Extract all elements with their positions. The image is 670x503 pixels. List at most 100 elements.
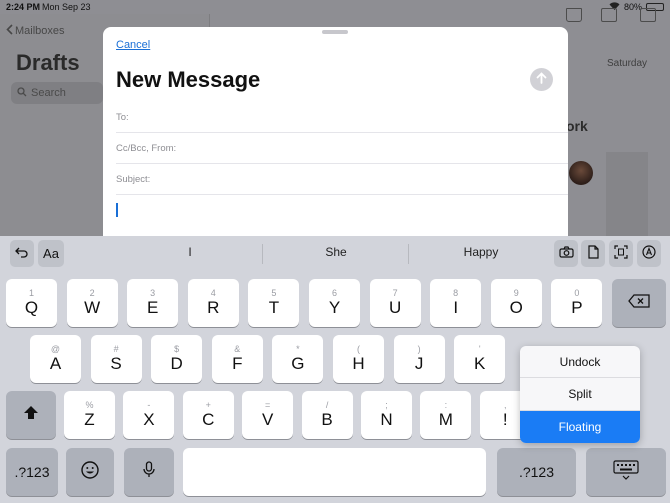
delete-key[interactable] xyxy=(612,279,666,327)
key-q[interactable]: 1Q xyxy=(6,279,57,327)
numbers-key-left[interactable]: .?123 xyxy=(6,448,58,496)
key-z[interactable]: % Z xyxy=(64,391,115,439)
folder-icon[interactable] xyxy=(601,8,617,22)
compose-title: New Message xyxy=(116,67,261,92)
text-format-button[interactable]: Aa xyxy=(38,240,64,267)
key-k[interactable]: ' K xyxy=(454,335,506,383)
subject-label: Subject: xyxy=(116,173,151,185)
numbers-key-label: .?123 xyxy=(518,464,555,480)
numbers-key-right[interactable]: .?123 xyxy=(497,448,576,496)
key-g[interactable]: * G xyxy=(272,335,324,383)
key-label: Z xyxy=(84,410,95,429)
key-n[interactable]: ; N xyxy=(361,391,412,439)
text-cursor xyxy=(116,203,118,217)
key-c[interactable]: + C xyxy=(182,391,234,439)
menu-item-floating[interactable]: Floating xyxy=(520,410,640,443)
key-label: Q xyxy=(24,298,39,317)
key-alt-label: ) xyxy=(417,344,421,354)
key-alt-label: + xyxy=(205,400,211,410)
suggestion-3[interactable]: Happy xyxy=(441,245,521,259)
key-u[interactable]: 7U xyxy=(369,279,421,327)
keyboard-dismiss-key[interactable] xyxy=(586,448,666,496)
subject-field[interactable]: Subject: xyxy=(116,164,568,195)
menu-item-split[interactable]: Split xyxy=(520,378,640,411)
suggestion-2[interactable]: She xyxy=(296,245,376,259)
to-field[interactable]: To: xyxy=(116,102,568,133)
key-alt-label: 9 xyxy=(513,288,519,298)
key-d[interactable]: $ D xyxy=(151,335,203,383)
compose-icon[interactable] xyxy=(640,8,656,22)
key-t[interactable]: 5T xyxy=(248,279,300,327)
key-label: A xyxy=(49,354,62,373)
key-alt-label: 5 xyxy=(271,288,277,298)
camera-button[interactable] xyxy=(554,240,578,267)
key-y[interactable]: 6Y xyxy=(309,279,360,327)
key-o[interactable]: 9O xyxy=(490,279,542,327)
mailboxes-back-link[interactable]: Mailboxes xyxy=(6,24,65,38)
key-alt-label: # xyxy=(113,344,119,354)
key-label: D xyxy=(170,354,183,373)
chevron-left-icon xyxy=(6,24,13,38)
key-alt-label: & xyxy=(234,344,241,354)
key-i[interactable]: 8I xyxy=(430,279,482,327)
shift-key[interactable] xyxy=(6,391,56,439)
ccbcc-from-field[interactable]: Cc/Bcc, From: xyxy=(116,133,568,164)
suggestion-bar: Aa I She Happy xyxy=(0,236,670,271)
mailbox-title: Drafts xyxy=(16,50,80,75)
key-v[interactable]: = V xyxy=(242,391,294,439)
trash-icon[interactable] xyxy=(566,8,582,22)
key-label: C xyxy=(202,410,215,429)
key-label: V xyxy=(262,410,274,429)
key-alt-label: 6 xyxy=(331,288,337,298)
microphone-icon xyxy=(143,461,155,483)
menu-item-undock[interactable]: Undock xyxy=(520,346,640,379)
avatar xyxy=(569,161,593,185)
key-j[interactable]: ) J xyxy=(393,335,445,383)
sheet-grabber[interactable] xyxy=(322,30,348,34)
shift-icon xyxy=(23,405,39,426)
key-label: J xyxy=(414,354,424,373)
key-x[interactable]: -X xyxy=(123,391,175,439)
key-label: X xyxy=(143,410,155,429)
undo-icon xyxy=(15,246,29,261)
key-b[interactable]: / B xyxy=(301,391,353,439)
scan-document-button[interactable] xyxy=(609,240,633,267)
key-m[interactable]: :M xyxy=(420,391,472,439)
key-alt-label: % xyxy=(85,400,94,410)
key-e[interactable]: 3E xyxy=(127,279,179,327)
attach-document-button[interactable] xyxy=(581,240,605,267)
key-label: F xyxy=(232,354,243,373)
camera-icon xyxy=(558,246,574,261)
key-r[interactable]: 4R xyxy=(187,279,239,327)
suggestion-1[interactable]: I xyxy=(150,245,230,259)
undo-button[interactable] xyxy=(10,240,34,267)
keyboard-options-menu: Undock Split Floating xyxy=(520,346,640,443)
key-alt-label: 3 xyxy=(150,288,156,298)
key-h[interactable]: (H xyxy=(333,335,384,383)
key-label: P xyxy=(571,298,583,317)
dictation-key[interactable] xyxy=(124,448,174,496)
key-label: K xyxy=(474,354,486,373)
mailbox-search-field[interactable]: Search xyxy=(11,82,103,104)
key-label: T xyxy=(268,298,280,317)
key-a[interactable]: @ A xyxy=(30,335,81,383)
key-p[interactable]: 0P xyxy=(551,279,603,327)
emoji-key[interactable] xyxy=(66,448,114,496)
key-f[interactable]: & F xyxy=(211,335,263,383)
key-label: O xyxy=(509,298,523,317)
status-time: 2:24 PM xyxy=(6,2,41,12)
message-date: Saturday xyxy=(607,58,648,69)
markup-button[interactable] xyxy=(637,240,661,267)
key-label: I xyxy=(453,298,459,317)
key-w[interactable]: 2W xyxy=(66,279,118,327)
cancel-button[interactable]: Cancel xyxy=(116,39,150,51)
key-alt-label: 1 xyxy=(28,288,34,298)
key-label: S xyxy=(110,354,122,373)
back-link-label: Mailboxes xyxy=(15,25,65,37)
send-button[interactable] xyxy=(530,68,553,91)
search-placeholder: Search xyxy=(31,87,66,99)
key-s[interactable]: # S xyxy=(90,335,142,383)
ccbcc-label: Cc/Bcc, From: xyxy=(116,142,177,154)
key-alt-label: ; xyxy=(385,400,388,410)
space-key[interactable] xyxy=(183,448,486,496)
